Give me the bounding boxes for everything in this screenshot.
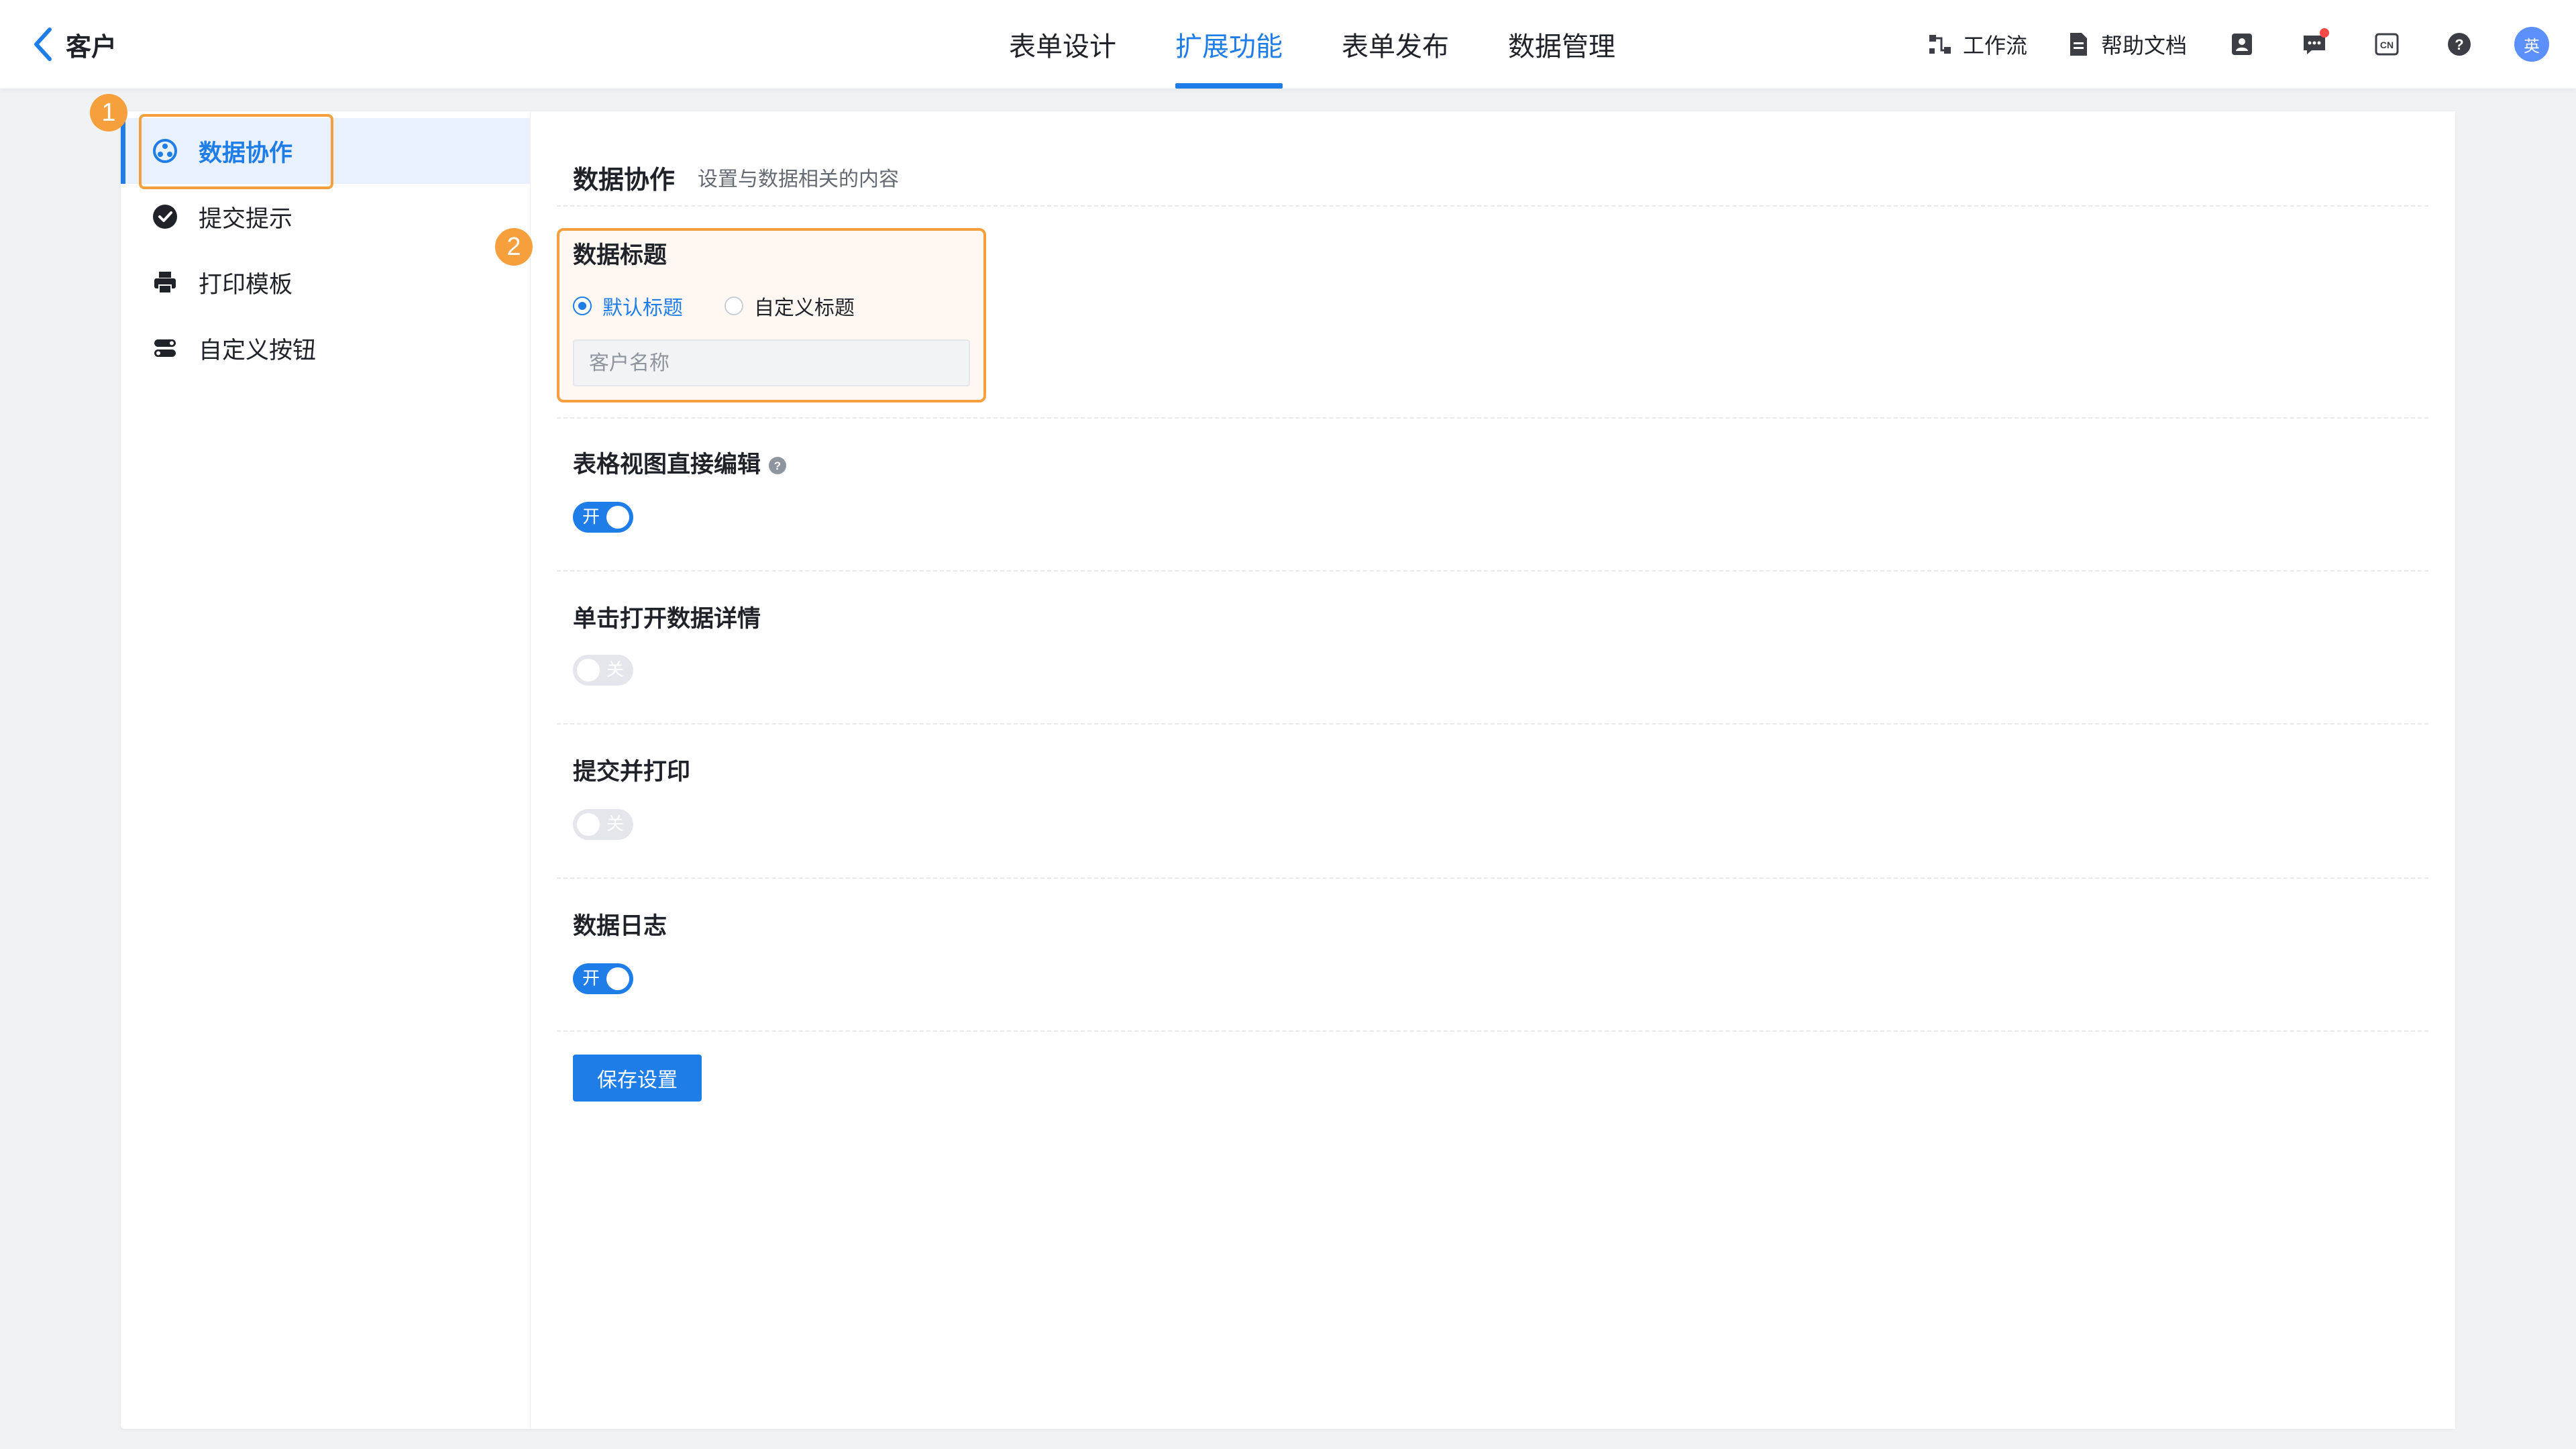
language-button[interactable]: CN xyxy=(2369,27,2404,62)
help-docs-button[interactable]: 帮助文档 xyxy=(2065,29,2187,60)
sidebar-item-label: 数据协作 xyxy=(199,140,293,167)
divider xyxy=(557,570,2428,572)
data-title-options: 默认标题 自定义标题 xyxy=(573,291,855,321)
tab-form-design[interactable]: 表单设计 xyxy=(979,0,1146,89)
divider xyxy=(557,1030,2428,1032)
contact-card-icon xyxy=(2232,34,2252,55)
section-header: 数据协作 设置与数据相关的内容 xyxy=(573,150,899,204)
toggle-submit-and-print[interactable]: 关 xyxy=(573,809,633,840)
divider xyxy=(557,877,2428,879)
svg-text:?: ? xyxy=(774,460,781,472)
data-title-label: 数据标题 xyxy=(573,242,667,269)
section-title: 数据协作 xyxy=(573,164,676,195)
radio-dot xyxy=(724,297,743,315)
toggle-table-inline-edit[interactable]: 开 xyxy=(573,502,633,533)
header-tools: 工作流 帮助文档 CN ? 英 xyxy=(1927,24,2549,64)
toggle-knob xyxy=(606,967,629,990)
sidebar-item-print-template[interactable]: 打印模板 xyxy=(121,250,530,315)
radio-dot xyxy=(573,297,592,315)
setting-label: 单击打开数据详情 xyxy=(573,606,761,633)
toggle-click-open-detail[interactable]: 关 xyxy=(573,655,633,686)
workflow-button[interactable]: 工作流 xyxy=(1927,29,2027,60)
workflow-label: 工作流 xyxy=(1962,33,2027,58)
help-docs-label: 帮助文档 xyxy=(2100,33,2187,58)
app-title: 客户 xyxy=(66,32,117,62)
printer-icon xyxy=(154,272,176,294)
document-icon xyxy=(2070,33,2087,56)
sidebar-item-submit-tips[interactable]: 提交提示 xyxy=(121,184,530,250)
tab-form-publish[interactable]: 表单发布 xyxy=(1312,0,1479,89)
sidebar-item-custom-button[interactable]: 自定义按钮 xyxy=(121,315,530,381)
tab-data-management[interactable]: 数据管理 xyxy=(1479,0,1645,89)
radio-label: 自定义标题 xyxy=(754,297,855,320)
step-badge-2: 2 xyxy=(495,228,533,266)
check-circle-icon xyxy=(153,205,177,229)
setting-label: 表格视图直接编辑 ? xyxy=(573,445,788,480)
data-title-input[interactable] xyxy=(573,339,970,386)
contacts-button[interactable] xyxy=(2224,27,2259,62)
step-badge-1: 1 xyxy=(90,94,127,131)
settings-card: 数据协作 提交提示 打印模板 自定义按钮 数据协作 设置与数据相关的内容 数据标… xyxy=(121,111,2455,1429)
top-bar: 客户 表单设计 扩展功能 表单发布 数据管理 工作流 帮助文档 CN ? 英 xyxy=(0,0,2576,89)
toggle-knob xyxy=(577,659,600,682)
divider xyxy=(557,417,2428,419)
question-circle-icon: ? xyxy=(2448,33,2471,56)
section-subtitle: 设置与数据相关的内容 xyxy=(698,168,900,191)
language-cn-icon: CN xyxy=(2375,33,2399,56)
toggle-state-text: 关 xyxy=(606,814,624,835)
data-collab-icon xyxy=(153,139,177,163)
save-settings-button[interactable]: 保存设置 xyxy=(573,1055,702,1102)
toggle-knob xyxy=(606,506,629,529)
help-button[interactable]: ? xyxy=(2442,27,2477,62)
setting-label: 数据日志 xyxy=(573,913,667,940)
radio-default-title[interactable]: 默认标题 xyxy=(573,291,683,321)
toggle-state-text: 开 xyxy=(582,507,600,527)
radio-label: 默认标题 xyxy=(602,297,683,320)
svg-text:?: ? xyxy=(2455,36,2463,53)
svg-text:CN: CN xyxy=(2380,40,2394,50)
toggle-data-log[interactable]: 开 xyxy=(573,963,633,994)
avatar[interactable]: 英 xyxy=(2514,27,2549,62)
custom-button-icon xyxy=(154,339,176,357)
sidebar-item-label: 提交提示 xyxy=(199,205,293,233)
tab-extensions[interactable]: 扩展功能 xyxy=(1146,0,1312,89)
messages-button[interactable] xyxy=(2297,27,2332,62)
notification-dot xyxy=(2320,28,2329,38)
radio-custom-title[interactable]: 自定义标题 xyxy=(724,291,855,321)
setting-label-text: 表格视图直接编辑 xyxy=(573,451,761,478)
divider xyxy=(557,205,2428,207)
sidebar-item-data-collab[interactable]: 数据协作 xyxy=(121,118,530,184)
setting-label: 提交并打印 xyxy=(573,759,691,786)
help-icon[interactable]: ? xyxy=(767,455,788,476)
sidebar: 数据协作 提交提示 打印模板 自定义按钮 xyxy=(121,111,530,1429)
chevron-left-icon xyxy=(34,28,52,61)
sidebar-item-label: 打印模板 xyxy=(199,271,293,299)
divider xyxy=(557,723,2428,724)
back-button[interactable]: 客户 xyxy=(32,27,117,62)
toggle-knob xyxy=(577,813,600,836)
main-tabs: 表单设计 扩展功能 表单发布 数据管理 xyxy=(979,0,1645,89)
workflow-icon xyxy=(1929,35,1951,54)
sidebar-item-label: 自定义按钮 xyxy=(199,337,317,364)
toggle-state-text: 开 xyxy=(582,969,600,989)
toggle-state-text: 关 xyxy=(606,660,624,680)
